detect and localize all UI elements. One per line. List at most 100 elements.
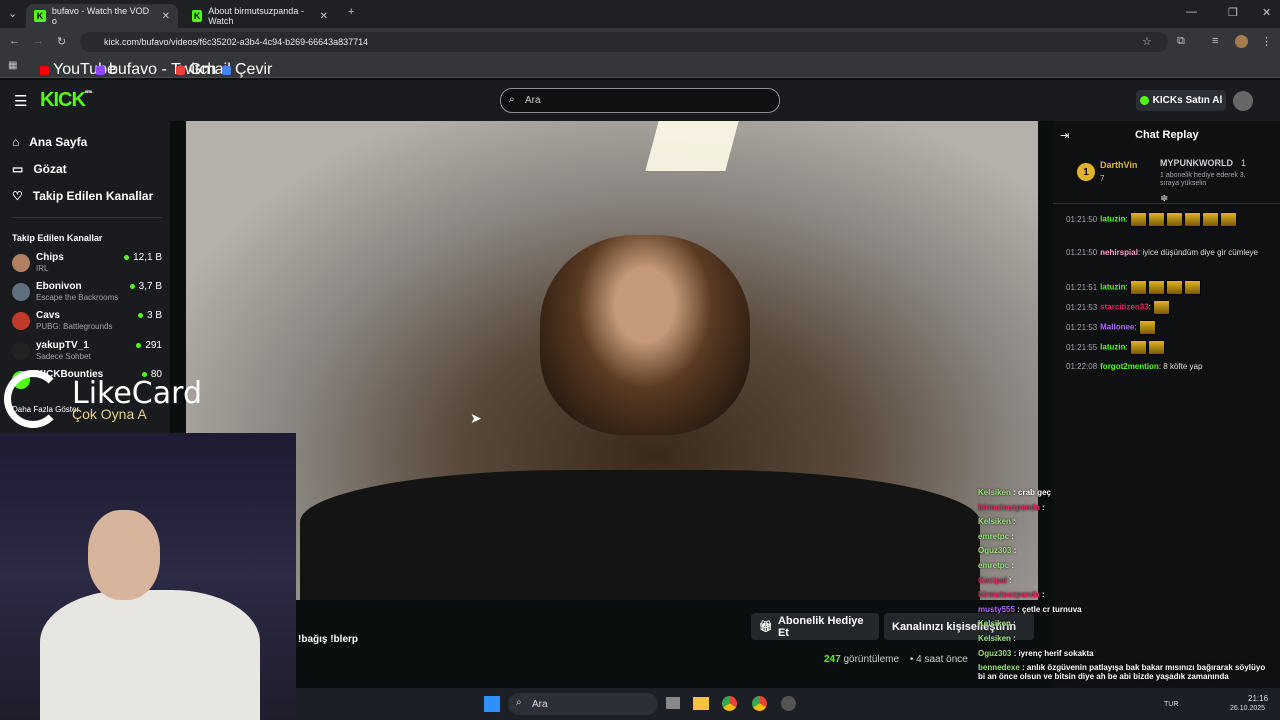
tab-inactive[interactable]: K About birmutsuzpanda - Watch ✕ — [184, 4, 336, 28]
message-username[interactable]: Mallonee — [1100, 323, 1134, 332]
buy-kicks-button[interactable]: KICKs Satın Al — [1136, 90, 1226, 111]
emote-icon — [1165, 280, 1183, 295]
tab-search-icon[interactable]: ⌄ — [8, 7, 17, 20]
logo-text: KICK — [40, 89, 86, 111]
close-icon[interactable]: ✕ — [320, 11, 328, 22]
webcam-face — [88, 510, 160, 600]
overlay-chat-message: birmutsuzpanda : — [978, 503, 1045, 512]
media-icon[interactable]: ≡ — [1212, 35, 1218, 47]
menu-icon[interactable]: ⋮ — [1261, 35, 1272, 48]
overlay-chat-message: Oguz303 : iyrenç herif sokakta — [978, 649, 1094, 658]
viewer-number: 12,1 B — [133, 252, 162, 263]
taskbar-search[interactable]: ⌕ Ara — [508, 693, 658, 715]
message-time: 01:21:51 — [1066, 282, 1098, 292]
reload-icon[interactable]: ↻ — [57, 35, 66, 48]
channel-category: PUBG: Battlegrounds — [36, 322, 113, 331]
emote-icon — [1165, 212, 1183, 227]
viewer-count: 3 B — [137, 310, 162, 321]
youtube-icon — [40, 65, 49, 75]
viewer-count: 3,7 B — [129, 281, 162, 292]
translate-icon — [222, 65, 231, 75]
emote-icon — [1183, 212, 1201, 227]
overlay-chat-message: birmutsuzpanda : — [978, 590, 1045, 599]
channel-item-chips[interactable]: Chips IRL 12,1 B — [12, 252, 162, 280]
search-icon: ⌕ — [516, 697, 522, 708]
live-dot-icon — [136, 343, 142, 348]
message-username[interactable]: nehirspial — [1100, 248, 1138, 257]
close-icon[interactable]: ✕ — [162, 11, 170, 22]
viewer-number: 291 — [145, 340, 162, 351]
minimize-icon[interactable]: — — [1186, 6, 1197, 18]
clock-time[interactable]: 21:16 — [1248, 694, 1268, 703]
gift-label: Abonelik Hediye Et — [777, 614, 864, 639]
bookmark-star-icon[interactable]: ☆ — [1142, 35, 1152, 48]
overlay-separator: : — [1019, 663, 1027, 673]
obs-icon[interactable] — [781, 696, 796, 711]
forward-icon[interactable]: → — [33, 35, 44, 47]
top-gifter-name[interactable]: DarthVin — [1100, 160, 1137, 170]
video-frame-person — [540, 235, 750, 435]
nav-home[interactable]: ⌂ Ana Sayfa — [12, 135, 87, 149]
overlay-chat-message: Oguz303 : — [978, 546, 1016, 555]
channel-name: Chips — [36, 252, 64, 263]
overlay-separator: : — [1039, 502, 1045, 512]
message-time: 01:21:53 — [1066, 302, 1098, 312]
task-view-icon[interactable] — [666, 697, 680, 709]
message-username[interactable]: starcitizen33 — [1100, 303, 1148, 312]
maximize-icon[interactable]: ❐ — [1228, 6, 1238, 19]
rank-badge: 1 — [1077, 163, 1095, 181]
overlay-username: Kelsiken — [978, 488, 1011, 497]
kicks-coin-icon — [1139, 96, 1149, 105]
message-time: 01:21:55 — [1066, 342, 1098, 352]
overlay-separator: : — [1010, 517, 1016, 527]
message-username[interactable]: latuzin — [1100, 283, 1125, 292]
channel-item-ebonivon[interactable]: Ebonivon Escape the Backrooms 3,7 B — [12, 281, 162, 309]
nav-following[interactable]: ♡ Takip Edilen Kanallar — [12, 189, 153, 203]
overlay-username: birmutsuzpanda — [978, 502, 1040, 512]
live-dot-icon — [124, 255, 130, 260]
channel-item-yakuptv[interactable]: yakupTV_1 Sadece Sohbet 291 — [12, 340, 162, 368]
channel-item-cavs[interactable]: Cavs PUBG: Battlegrounds 3 B — [12, 310, 162, 338]
search-icon: ⌕ — [509, 94, 515, 105]
emote-icon — [1201, 212, 1219, 227]
chat-panel — [1053, 121, 1280, 720]
emote-icon — [1138, 320, 1156, 335]
overlay-username: Oguz303 — [978, 648, 1012, 658]
extensions-icon[interactable]: ⧉ — [1177, 35, 1185, 48]
beta-badge: BETA — [84, 89, 93, 94]
search-input[interactable]: ⌕ Ara — [500, 88, 780, 113]
bookmark-translate[interactable]: Çevir — [222, 61, 272, 79]
message-text: 8 köfte yap — [1163, 362, 1203, 371]
chat-message: 01:22:08 forgot2mention: 8 köfte yap — [1066, 360, 1276, 374]
twitch-icon — [96, 65, 105, 75]
message-username[interactable]: forgot2mention — [1100, 362, 1159, 371]
overlay-separator: : — [1010, 488, 1019, 497]
apps-grid-icon[interactable]: ▦ — [8, 60, 17, 71]
user-avatar[interactable] — [1233, 91, 1253, 111]
language-indicator[interactable]: TUR — [1164, 701, 1178, 708]
message-username[interactable]: latuzin — [1100, 343, 1125, 352]
message-time: 01:21:50 — [1066, 248, 1098, 257]
chrome-active-icon[interactable] — [752, 696, 767, 711]
windows-start-icon[interactable] — [484, 696, 500, 712]
gifter-name[interactable]: MYPUNKWORLD — [1160, 158, 1233, 168]
view-stats: 247 görüntüleme • 4 saat önce — [824, 654, 968, 665]
nav-browse[interactable]: ▭ Gözat — [12, 162, 67, 176]
window-close-icon[interactable]: ✕ — [1262, 6, 1271, 19]
back-icon[interactable]: ← — [9, 35, 20, 47]
kick-logo[interactable]: KICKBETA — [40, 89, 93, 112]
tab-active[interactable]: K bufavo - Watch the VOD o ✕ — [26, 4, 178, 28]
hamburger-menu-icon[interactable]: ☰ — [14, 92, 27, 110]
clock-date[interactable]: 26.10.2025 — [1230, 705, 1265, 712]
collapse-chat-icon[interactable]: ⇥ — [1060, 129, 1069, 142]
chrome-icon[interactable] — [722, 696, 737, 711]
channel-category: Sadece Sohbet — [36, 352, 91, 361]
chat-title: Chat Replay — [1135, 129, 1199, 141]
gift-subscription-button[interactable]: 🎁︎ Abonelik Hediye Et — [751, 613, 879, 640]
message-username[interactable]: latuzin — [1100, 215, 1125, 224]
profile-avatar[interactable] — [1235, 35, 1248, 48]
address-bar[interactable]: kick.com/bufavo/videos/f6c35202-a3b4-4c9… — [80, 32, 1168, 52]
new-tab-icon[interactable]: + — [348, 6, 354, 18]
gift-icon: 🎁︎ — [759, 621, 773, 633]
file-explorer-icon[interactable] — [693, 697, 709, 710]
